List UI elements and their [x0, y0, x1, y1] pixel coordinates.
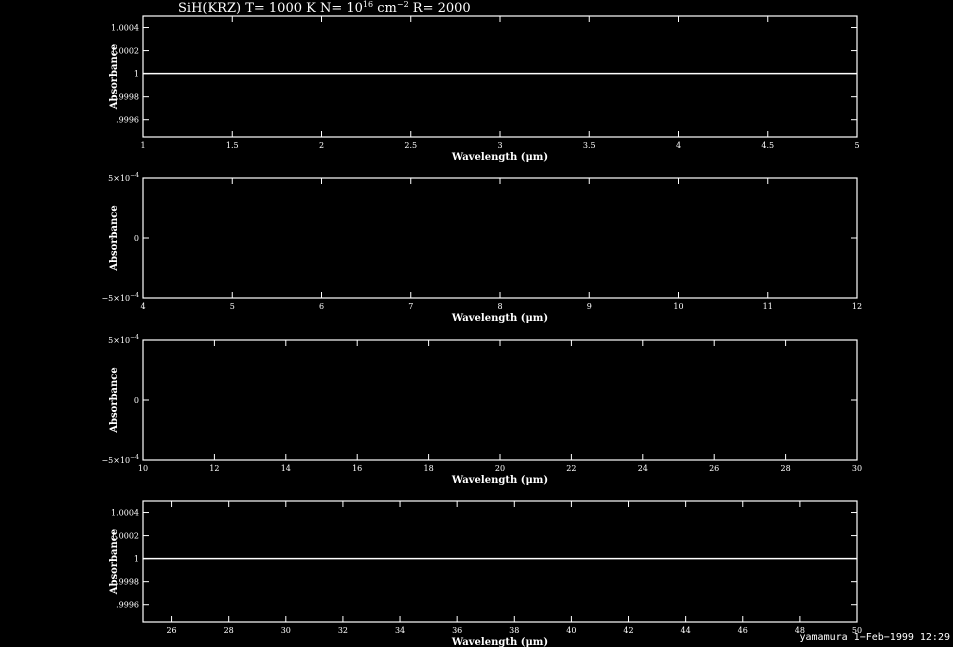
- spectrum-figure: SiH(KRZ) T= 1000 K N= 1016 cm−2 R= 2000 …: [101, 0, 862, 647]
- tick-label-exponent: −4: [130, 172, 139, 179]
- panel-3: 10 12 14 16 18 20 22 24 26 28 30−5×10−405×10−4Wave…: [101, 334, 862, 486]
- y-tick-label: 0: [134, 396, 139, 405]
- x-tick-label: 12: [852, 302, 862, 311]
- x-tick-label: 42: [623, 626, 633, 635]
- x-tick-label: 22: [566, 464, 576, 473]
- tick-label-base: 5×10: [108, 336, 130, 345]
- y-axis-label: Absorbance: [109, 44, 120, 111]
- x-tick-label: 2.5: [404, 141, 417, 150]
- panel-2: 4 5 6 7 8 9 10 11 12−5×10−405×10−4Wavelength (μm…: [101, 172, 862, 324]
- x-tick-label: 3: [497, 141, 502, 150]
- x-tick-label: 5: [230, 302, 235, 311]
- x-tick-label: 4: [676, 141, 681, 150]
- x-tick-label: 40: [566, 626, 576, 635]
- tick-label-base: −5×10: [101, 456, 130, 465]
- plot-frame: [142, 339, 858, 461]
- footer-credit: yamamura 1−Feb−1999 12:29: [799, 632, 950, 643]
- x-tick-label: 10: [138, 464, 148, 473]
- y-tick-label: 1.0004: [111, 24, 139, 33]
- x-tick-label: 3.5: [583, 141, 596, 150]
- y-axis-label: Absorbance: [109, 205, 120, 272]
- x-tick-label: 44: [681, 626, 691, 635]
- x-tick-label: 28: [781, 464, 791, 473]
- figure-title: SiH(KRZ) T= 1000 K N= 1016 cm−2 R= 2000: [178, 0, 471, 16]
- x-tick-label: 8: [497, 302, 502, 311]
- y-axis-label: Absorbance: [109, 367, 120, 434]
- y-tick-label: 5×10−4: [108, 334, 139, 345]
- x-axis-label: Wavelength (μm): [451, 475, 548, 486]
- x-tick-label: 30: [281, 626, 291, 635]
- x-tick-label: 24: [638, 464, 648, 473]
- x-tick-label: 34: [395, 626, 405, 635]
- x-axis-label: Wavelength (μm): [451, 313, 548, 324]
- tick-label-base: −5×10: [101, 294, 130, 303]
- tick-label-exponent: −4: [130, 292, 139, 299]
- y-tick-label: −5×10−4: [101, 454, 139, 465]
- x-tick-label: 4: [140, 302, 145, 311]
- y-tick-label: .9996: [116, 116, 139, 125]
- title-mid: cm: [373, 1, 397, 16]
- y-tick-label: .9996: [116, 601, 139, 610]
- x-tick-label: 10: [673, 302, 683, 311]
- panel-4: 26 28 30 32 34 36 38 40 42 44 46 48 50.9996.999811.0…: [109, 500, 862, 647]
- tick-label-exponent: −4: [130, 454, 139, 461]
- title-exponent-1: 16: [363, 0, 373, 9]
- y-axis-label: Absorbance: [109, 529, 120, 596]
- x-tick-label: 9: [587, 302, 592, 311]
- x-tick-label: 26: [166, 626, 176, 635]
- y-tick-label: −5×10−4: [101, 292, 139, 303]
- x-tick-label: 16: [352, 464, 362, 473]
- x-tick-label: 6: [319, 302, 324, 311]
- tick-label-exponent: −4: [130, 334, 139, 341]
- x-tick-label: 14: [281, 464, 291, 473]
- title-lead: SiH(KRZ) T= 1000 K N= 10: [178, 1, 363, 16]
- x-tick-label: 36: [452, 626, 462, 635]
- x-axis-label: Wavelength (μm): [451, 152, 548, 163]
- plot-frame: [142, 177, 858, 299]
- tick-label-base: 5×10: [108, 174, 130, 183]
- plot-frame: [142, 500, 858, 623]
- panels: 1 1.5 2 2.5 3 3.5 4 4.5 5.9996.999811.00021.0004…: [101, 15, 862, 647]
- title-exponent-2: −2: [397, 0, 409, 9]
- x-tick-label: 18: [424, 464, 434, 473]
- x-tick-label: 32: [338, 626, 348, 635]
- x-tick-label: 30: [852, 464, 862, 473]
- x-tick-label: 12: [209, 464, 219, 473]
- x-tick-label: 1.5: [226, 141, 239, 150]
- x-tick-label: 46: [738, 626, 748, 635]
- x-tick-label: 38: [509, 626, 519, 635]
- x-tick-label: 5: [854, 141, 859, 150]
- y-tick-label: 5×10−4: [108, 172, 139, 183]
- x-tick-label: 2: [319, 141, 324, 150]
- x-tick-label: 20: [495, 464, 505, 473]
- title-tail: R= 2000: [409, 1, 471, 16]
- y-tick-label: 1: [134, 70, 139, 79]
- panel-1: 1 1.5 2 2.5 3 3.5 4 4.5 5.9996.999811.00021.0004…: [109, 15, 860, 163]
- x-axis-label: Wavelength (μm): [451, 637, 548, 647]
- x-tick-label: 11: [763, 302, 773, 311]
- x-tick-label: 1: [140, 141, 145, 150]
- y-tick-label: 0: [134, 234, 139, 243]
- x-tick-label: 28: [224, 626, 234, 635]
- x-tick-label: 4.5: [761, 141, 774, 150]
- x-tick-label: 26: [709, 464, 719, 473]
- y-tick-label: 1.0004: [111, 509, 139, 518]
- x-tick-label: 7: [408, 302, 413, 311]
- plot-frame: [142, 15, 858, 138]
- y-tick-label: 1: [134, 555, 139, 564]
